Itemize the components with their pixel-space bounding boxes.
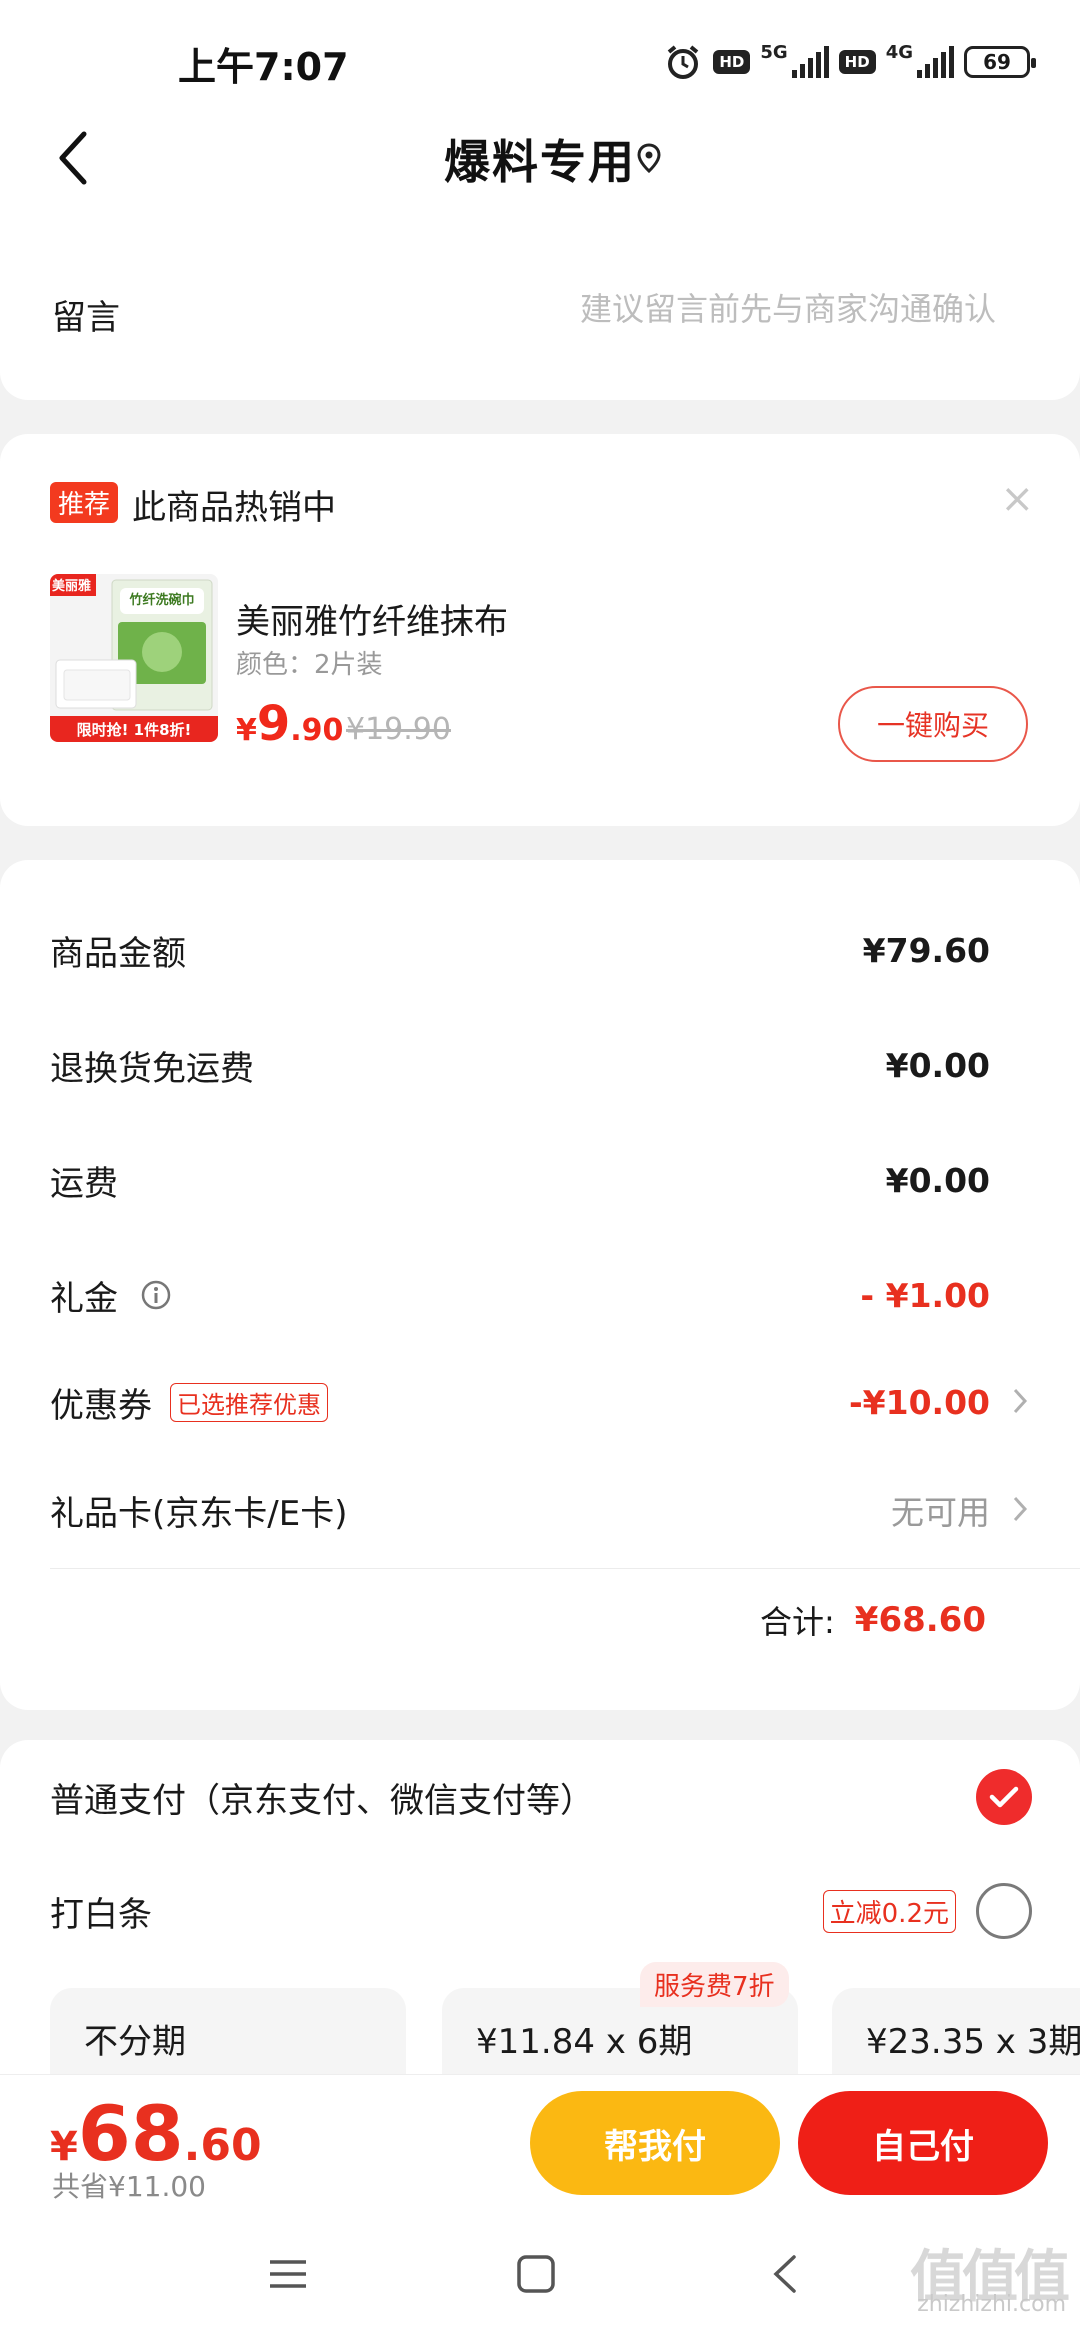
gift-money-label-group: 礼金 bbox=[50, 1271, 172, 1320]
price-integer: 9 bbox=[256, 696, 291, 752]
battery-icon: 69 bbox=[964, 46, 1036, 78]
close-icon[interactable]: × bbox=[1000, 476, 1034, 522]
battery-level: 69 bbox=[983, 50, 1011, 74]
normal-payment-radio[interactable] bbox=[976, 1769, 1032, 1825]
shipping-row: 运费 ¥0.00 bbox=[50, 1150, 990, 1210]
gift-card-row[interactable]: 礼品卡(京东卡/E卡) 无可用 bbox=[50, 1480, 1028, 1540]
pay-myself-button[interactable]: 自己付 bbox=[798, 2091, 1048, 2195]
goods-amount-label: 商品金额 bbox=[50, 933, 186, 974]
product-spec: 颜色：2片装 bbox=[236, 650, 383, 680]
status-time: 上午7:07 bbox=[178, 45, 349, 89]
coupon-label-group: 优惠券 已选推荐优惠 bbox=[50, 1378, 328, 1427]
gift-money-row: 礼金 - ¥1.00 bbox=[50, 1265, 990, 1325]
normal-payment-option[interactable]: 普通支付（京东支付、微信支付等） bbox=[50, 1762, 1032, 1832]
baitiao-payment-option[interactable]: 打白条 立减0.2元 bbox=[50, 1876, 1032, 1946]
recommend-title: 此商品热销中 bbox=[132, 488, 336, 528]
price-decimal: .90 bbox=[290, 713, 344, 748]
alarm-icon bbox=[668, 45, 699, 79]
installment-plan-label: ¥11.84 x 6期 bbox=[476, 2022, 693, 2062]
installment-plan-label: 不分期 bbox=[84, 2022, 186, 2062]
status-icons: HD 5G HD 4G 69 bbox=[663, 38, 1036, 86]
shipping-value: ¥0.00 bbox=[885, 1160, 990, 1200]
installment-plan-label: ¥23.35 x 3期 bbox=[866, 2022, 1080, 2062]
info-icon[interactable] bbox=[140, 1279, 172, 1311]
message-input[interactable] bbox=[436, 284, 996, 334]
amount-card: 商品金额 ¥79.60 退换货免运费 ¥0.00 运费 ¥0.00 礼金 - ¥… bbox=[0, 860, 1080, 1710]
product-price: ¥ 9 .90 bbox=[236, 696, 343, 752]
return-shipping-label: 退换货免运费 bbox=[50, 1048, 254, 1089]
baitiao-right: 立减0.2元 bbox=[822, 1883, 1032, 1939]
return-shipping-value: ¥0.00 bbox=[885, 1045, 990, 1085]
original-price: ¥19.90 bbox=[346, 712, 451, 747]
savings-text: 共省¥11.00 bbox=[52, 2170, 206, 2203]
total-value: ¥68.60 bbox=[854, 1600, 986, 1640]
baitiao-radio[interactable] bbox=[976, 1883, 1032, 1939]
baitiao-label: 打白条 bbox=[50, 1894, 152, 1935]
gift-money-value: - ¥1.00 bbox=[860, 1275, 990, 1315]
product-image[interactable]: 美丽雅 竹纤洗碗巾 限时抢! 1件8折! bbox=[50, 574, 218, 742]
coupon-row[interactable]: 优惠券 已选推荐优惠 -¥10.00 bbox=[50, 1372, 1028, 1432]
total-label: 合计: bbox=[760, 1603, 835, 1641]
status-bar: 上午7:07 HD 5G HD 4G 69 bbox=[0, 0, 1080, 120]
baitiao-discount-tag: 立减0.2元 bbox=[822, 1889, 956, 1933]
normal-payment-label: 普通支付（京东支付、微信支付等） bbox=[50, 1780, 594, 1821]
message-card: 留言 bbox=[0, 240, 1080, 400]
shipping-label: 运费 bbox=[50, 1163, 118, 1204]
price-currency: ¥ bbox=[50, 2124, 78, 2170]
product-pack-label: 竹纤洗碗巾 bbox=[129, 593, 195, 608]
chevron-right-icon[interactable] bbox=[1012, 1386, 1028, 1416]
bottom-bar: ¥ 68 .60 共省¥11.00 帮我付 自己付 bbox=[0, 2074, 1080, 2214]
hd-badge: HD bbox=[713, 50, 751, 74]
price-currency: ¥ bbox=[236, 713, 257, 748]
divider bbox=[50, 1568, 1080, 1569]
service-fee-badge: 服务费7折 bbox=[640, 1962, 789, 2007]
network-5g-label: 5G bbox=[760, 41, 788, 63]
price-decimal: .60 bbox=[183, 2120, 262, 2171]
hd-badge: HD bbox=[838, 50, 876, 74]
product-brand-badge: 美丽雅 bbox=[52, 579, 92, 594]
gift-money-label: 礼金 bbox=[50, 1278, 118, 1319]
check-icon bbox=[989, 1786, 1019, 1808]
page-title: 爆料专用 bbox=[444, 135, 636, 189]
coupon-selected-tag: 已选推荐优惠 bbox=[170, 1382, 328, 1422]
product-promo-banner: 限时抢! 1件8折! bbox=[76, 721, 192, 739]
coupon-label: 优惠券 bbox=[50, 1385, 152, 1426]
signal-icon bbox=[917, 46, 954, 78]
gift-card-value: 无可用 bbox=[891, 1493, 990, 1532]
help-me-pay-button[interactable]: 帮我付 bbox=[530, 2091, 780, 2195]
goods-amount-row: 商品金额 ¥79.60 bbox=[50, 920, 990, 980]
gift-card-label: 礼品卡(京东卡/E卡) bbox=[50, 1493, 348, 1534]
signal-icon bbox=[791, 46, 829, 78]
menu-icon[interactable] bbox=[268, 2254, 308, 2294]
return-shipping-row: 退换货免运费 ¥0.00 bbox=[50, 1035, 990, 1095]
coupon-value: -¥10.00 bbox=[848, 1382, 990, 1422]
nav-back-icon[interactable] bbox=[770, 2254, 798, 2294]
product-name[interactable]: 美丽雅竹纤维抹布 bbox=[236, 594, 508, 643]
one-click-buy-button[interactable]: 一键购买 bbox=[838, 686, 1028, 762]
network-4g-label: 4G bbox=[885, 41, 913, 63]
goods-amount-value: ¥79.60 bbox=[862, 930, 990, 970]
location-pin-icon[interactable] bbox=[636, 143, 662, 173]
recommend-tag: 推荐 bbox=[50, 482, 119, 523]
watermark-url: zhizhizhi.com bbox=[917, 2292, 1066, 2317]
chevron-right-icon[interactable] bbox=[1012, 1494, 1028, 1524]
message-label: 留言 bbox=[52, 298, 120, 338]
total-row: 合计: ¥68.60 bbox=[760, 1590, 986, 1650]
recommend-card: 推荐 此商品热销中 × 美丽雅 竹纤洗碗巾 限时抢! 1件8折! 美丽雅竹纤维抹… bbox=[0, 434, 1080, 826]
home-icon[interactable] bbox=[516, 2254, 556, 2294]
